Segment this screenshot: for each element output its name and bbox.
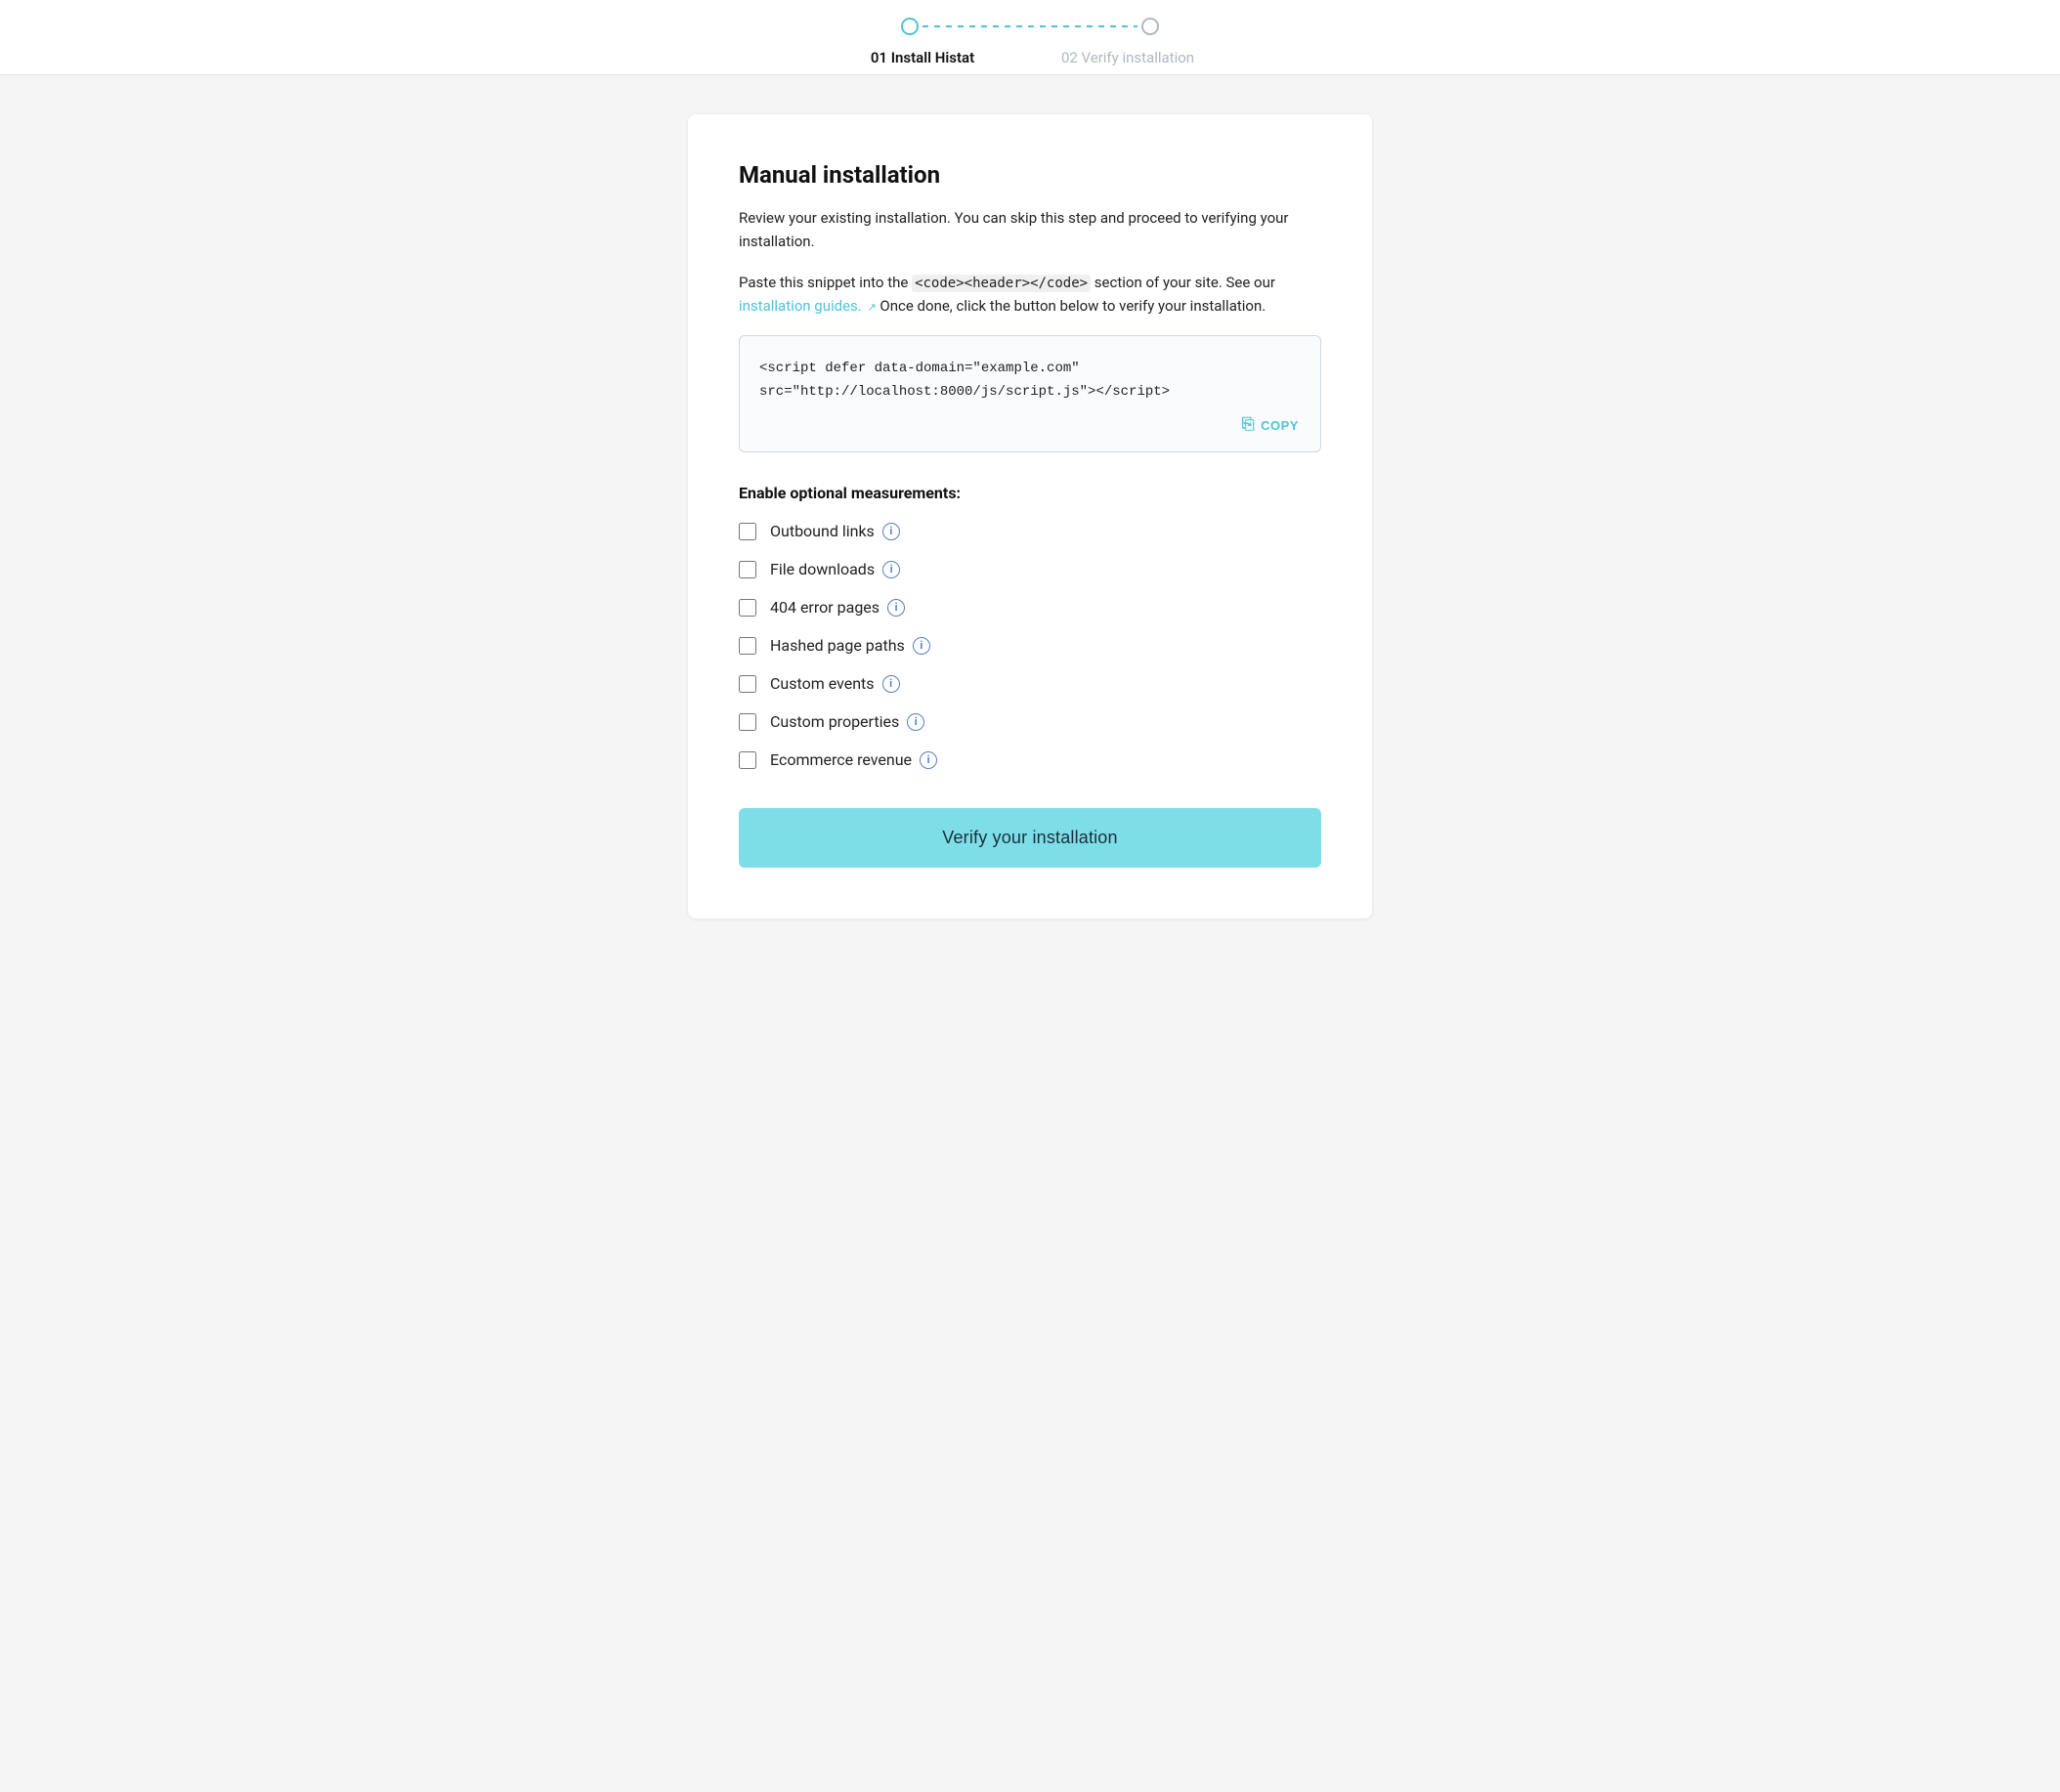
installation-guides-link[interactable]: installation guides. ↗ (739, 297, 877, 315)
step-line (923, 25, 1137, 27)
hashed-page-paths-label: Hashed page paths (770, 636, 905, 655)
top-bar: 01 Install Histat 02 Verify installation (0, 0, 2060, 75)
checkbox-custom-events[interactable]: Custom events i (739, 674, 1321, 693)
checkbox-outbound-links-input[interactable] (739, 523, 756, 540)
error-pages-info-icon[interactable]: i (887, 599, 905, 617)
checkbox-list: Outbound links i File downloads i 404 er… (739, 522, 1321, 769)
hashed-page-paths-info-icon[interactable]: i (913, 637, 930, 655)
code-box: <script defer data-domain="example.com" … (739, 335, 1321, 452)
checkbox-file-downloads-input[interactable] (739, 561, 756, 578)
step2-label: 02 Verify installation (1020, 49, 1235, 66)
step2-circle (1141, 18, 1159, 35)
verify-installation-button[interactable]: Verify your installation (739, 808, 1321, 868)
checkbox-hashed-page-paths-input[interactable] (739, 637, 756, 655)
external-link-icon: ↗ (867, 299, 876, 317)
section-title: Manual installation (739, 161, 1321, 189)
main-content: Manual installation Review your existing… (688, 114, 1372, 918)
custom-events-label: Custom events (770, 674, 875, 693)
error-pages-label: 404 error pages (770, 598, 880, 617)
custom-properties-info-icon[interactable]: i (907, 713, 924, 731)
outbound-links-label: Outbound links (770, 522, 875, 540)
checkbox-ecommerce-revenue-input[interactable] (739, 751, 756, 769)
checkbox-custom-properties-input[interactable] (739, 713, 756, 731)
outbound-links-info-icon[interactable]: i (882, 523, 900, 540)
step-labels: 01 Install Histat 02 Verify installation (825, 49, 1235, 66)
copy-button[interactable]: ⎘ COPY (1236, 412, 1305, 438)
custom-events-info-icon[interactable]: i (882, 675, 900, 693)
checkbox-404-error-pages-input[interactable] (739, 599, 756, 617)
checkbox-ecommerce-revenue[interactable]: Ecommerce revenue i (739, 750, 1321, 769)
stepper (901, 18, 1159, 35)
code-snippet: <script defer data-domain="example.com" … (759, 358, 1301, 405)
copy-icon: ⎘ (1242, 416, 1255, 434)
step1-circle (901, 18, 919, 35)
checkbox-hashed-page-paths[interactable]: Hashed page paths i (739, 636, 1321, 655)
measurements-title: Enable optional measurements: (739, 484, 1321, 502)
description1: Review your existing installation. You c… (739, 206, 1321, 253)
checkbox-outbound-links[interactable]: Outbound links i (739, 522, 1321, 540)
step1-label: 01 Install Histat (825, 49, 1020, 66)
checkbox-404-error-pages[interactable]: 404 error pages i (739, 598, 1321, 617)
file-downloads-info-icon[interactable]: i (882, 561, 900, 578)
custom-properties-label: Custom properties (770, 712, 899, 731)
file-downloads-label: File downloads (770, 560, 875, 578)
copy-label: COPY (1261, 418, 1299, 433)
checkbox-custom-properties[interactable]: Custom properties i (739, 712, 1321, 731)
ecommerce-revenue-label: Ecommerce revenue (770, 750, 912, 769)
description2: Paste this snippet into the <code><heade… (739, 271, 1321, 318)
checkbox-file-downloads[interactable]: File downloads i (739, 560, 1321, 578)
checkbox-custom-events-input[interactable] (739, 675, 756, 693)
ecommerce-revenue-info-icon[interactable]: i (920, 751, 937, 769)
